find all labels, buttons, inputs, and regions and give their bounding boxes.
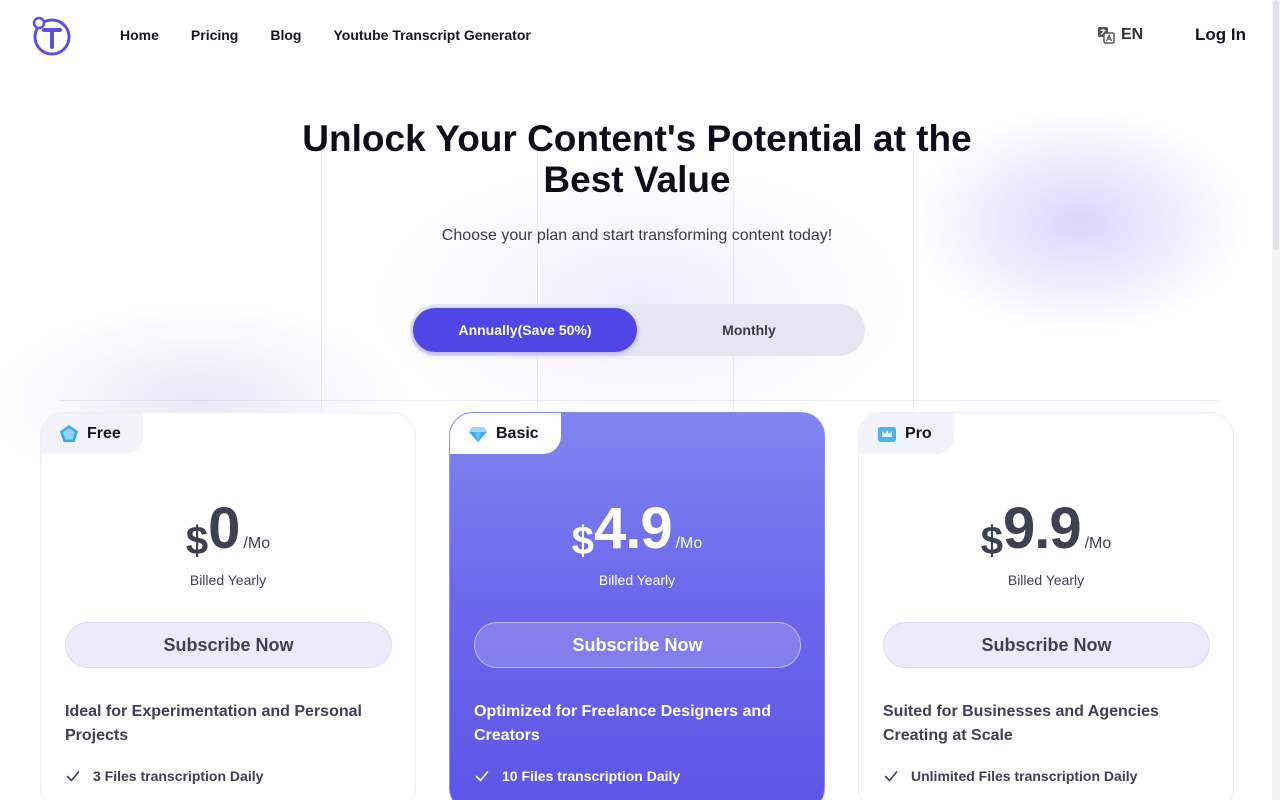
feature-label: Unlimited Files transcription Daily xyxy=(911,768,1138,784)
price-period: /Mo xyxy=(243,535,271,552)
nav-blog[interactable]: Blog xyxy=(270,27,301,43)
plan-price: $0/Mo xyxy=(41,495,415,564)
price-amount: 9.9 xyxy=(1002,496,1082,561)
subscribe-button-free[interactable]: Subscribe Now xyxy=(65,622,392,668)
translate-icon xyxy=(1098,27,1115,44)
toggle-monthly[interactable]: Monthly xyxy=(637,308,861,352)
page-subtitle: Choose your plan and start transforming … xyxy=(441,227,833,244)
crown-box-icon xyxy=(878,426,896,442)
price-amount: 4.9 xyxy=(593,496,673,561)
site-header: Home Pricing Blog Youtube Transcript Gen… xyxy=(0,0,1272,72)
plan-feature: Unlimited Files transcription Daily xyxy=(883,768,1137,784)
plan-feature: 10 Files transcription Daily xyxy=(474,768,680,784)
logo-icon[interactable] xyxy=(32,16,72,56)
nav-pricing[interactable]: Pricing xyxy=(191,27,238,43)
plan-card-free: Free $0/Mo Billed Yearly Subscribe Now I… xyxy=(40,412,416,800)
language-selector[interactable]: EN xyxy=(1097,26,1143,44)
page-title: Unlock Your Content's Potential at the B… xyxy=(0,118,1274,200)
toggle-annually[interactable]: Annually(Save 50%) xyxy=(413,308,637,352)
billing-note: Billed Yearly xyxy=(189,572,267,588)
billing-note: Billed Yearly xyxy=(1007,572,1085,588)
plan-card-pro: Pro $9.9/Mo Billed Yearly Subscribe Now … xyxy=(858,412,1234,800)
price-period: /Mo xyxy=(675,535,703,552)
price-currency: $ xyxy=(185,519,209,563)
plan-tab: Basic xyxy=(450,413,561,454)
page-title-line-1: Unlock Your Content's Potential at the xyxy=(302,118,972,159)
plan-price: $9.9/Mo xyxy=(859,495,1233,564)
check-icon xyxy=(475,771,489,782)
plan-tab: Pro xyxy=(859,413,954,454)
pentagon-gem-icon xyxy=(60,424,78,442)
price-period: /Mo xyxy=(1084,535,1112,552)
plan-description: Suited for Businesses and Agencies Creat… xyxy=(883,703,1159,744)
plan-description: Optimized for Freelance Designers and Cr… xyxy=(474,703,771,744)
plan-description: Ideal for Experimentation and Personal P… xyxy=(65,703,362,744)
billing-note: Billed Yearly xyxy=(598,572,676,588)
subscribe-button-pro[interactable]: Subscribe Now xyxy=(883,622,1210,668)
plan-name: Free xyxy=(87,424,121,442)
price-currency: $ xyxy=(980,519,1003,563)
check-icon xyxy=(66,771,80,782)
main-nav: Home Pricing Blog Youtube Transcript Gen… xyxy=(120,27,531,43)
plan-name: Basic xyxy=(496,424,539,442)
plan-card-basic: Basic $4.9/Mo Billed Yearly Subscribe No… xyxy=(449,412,825,800)
diamond-icon xyxy=(469,426,487,442)
feature-label: 3 Files transcription Daily xyxy=(93,768,264,784)
plan-price: $4.9/Mo xyxy=(450,495,824,564)
login-link[interactable]: Log In xyxy=(1195,25,1246,45)
nav-home[interactable]: Home xyxy=(120,27,159,43)
price-amount: 0 xyxy=(208,496,240,561)
subscribe-button-basic[interactable]: Subscribe Now xyxy=(474,622,801,668)
feature-label: 10 Files transcription Daily xyxy=(502,768,681,784)
plan-name: Pro xyxy=(905,424,932,442)
price-currency: $ xyxy=(571,519,594,563)
nav-youtube-transcript-generator[interactable]: Youtube Transcript Generator xyxy=(333,27,530,43)
check-icon xyxy=(884,771,898,782)
plan-tab: Free xyxy=(41,413,143,454)
page-title-line-2: Best Value xyxy=(543,159,731,200)
language-label: EN xyxy=(1121,26,1144,43)
billing-period-toggle: Annually(Save 50%) Monthly xyxy=(410,304,865,356)
background-grid-line xyxy=(60,400,1220,401)
plan-feature: 3 Files transcription Daily xyxy=(65,768,263,784)
